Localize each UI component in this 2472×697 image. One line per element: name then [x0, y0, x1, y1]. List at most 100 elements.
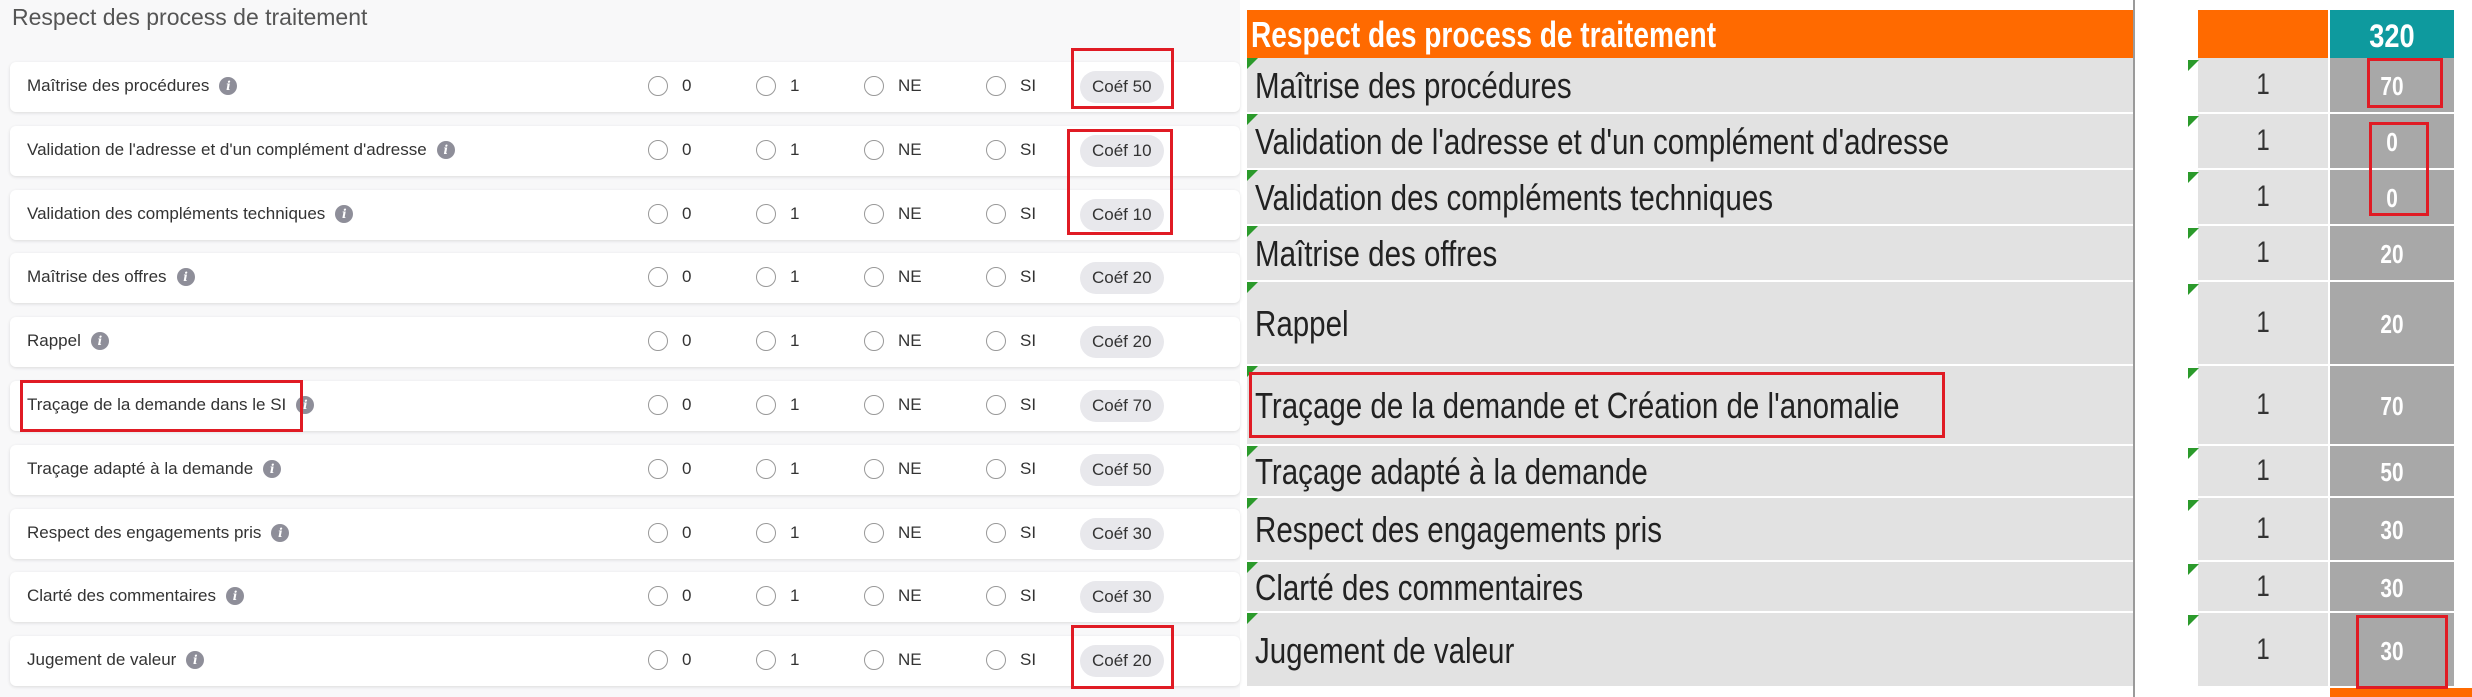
radio-option-1[interactable]: 1 [756, 76, 799, 96]
radio-option-0[interactable]: 0 [648, 459, 691, 479]
radio-option-ne[interactable]: NE [864, 650, 922, 670]
sheet-label-cell[interactable]: Traçage adapté à la demande [1247, 446, 2133, 498]
radio-button[interactable] [648, 140, 668, 160]
radio-button[interactable] [756, 267, 776, 287]
radio-option-si[interactable]: SI [986, 140, 1036, 160]
sheet-score-cell[interactable]: 1 [2188, 562, 2328, 613]
info-icon[interactable]: i [90, 332, 109, 350]
radio-option-si[interactable]: SI [986, 523, 1036, 543]
sheet-score-cell[interactable]: 1 [2188, 170, 2328, 226]
radio-option-si[interactable]: SI [986, 395, 1036, 415]
radio-option-ne[interactable]: NE [864, 140, 922, 160]
radio-button[interactable] [986, 331, 1006, 351]
radio-option-ne[interactable]: NE [864, 523, 922, 543]
sheet-score-cell[interactable]: 1 [2188, 613, 2328, 688]
radio-button[interactable] [986, 459, 1006, 479]
radio-option-1[interactable]: 1 [756, 650, 799, 670]
radio-button[interactable] [648, 459, 668, 479]
radio-option-0[interactable]: 0 [648, 586, 691, 606]
radio-option-0[interactable]: 0 [648, 395, 691, 415]
radio-option-1[interactable]: 1 [756, 267, 799, 287]
radio-option-0[interactable]: 0 [648, 140, 691, 160]
radio-button[interactable] [986, 586, 1006, 606]
radio-button[interactable] [986, 650, 1006, 670]
sheet-label-cell[interactable]: Validation des compléments techniques [1247, 170, 2133, 226]
radio-button[interactable] [648, 267, 668, 287]
sheet-label-cell[interactable]: Jugement de valeur [1247, 613, 2133, 688]
radio-option-0[interactable]: 0 [648, 76, 691, 96]
radio-option-0[interactable]: 0 [648, 523, 691, 543]
info-icon[interactable]: i [263, 460, 282, 478]
radio-option-si[interactable]: SI [986, 331, 1036, 351]
info-icon[interactable]: i [335, 205, 354, 223]
radio-option-1[interactable]: 1 [756, 523, 799, 543]
radio-option-1[interactable]: 1 [756, 586, 799, 606]
radio-option-1[interactable]: 1 [756, 204, 799, 224]
radio-button[interactable] [756, 76, 776, 96]
radio-button[interactable] [756, 459, 776, 479]
sheet-coef-cell[interactable]: 20 [2330, 226, 2454, 282]
radio-button[interactable] [648, 76, 668, 96]
radio-option-0[interactable]: 0 [648, 267, 691, 287]
sheet-label-cell[interactable]: Maîtrise des procédures [1247, 58, 2133, 114]
sheet-score-cell[interactable]: 1 [2188, 366, 2328, 446]
radio-button[interactable] [864, 650, 884, 670]
sheet-header-total-cell[interactable]: 320 [2330, 10, 2454, 58]
radio-button[interactable] [986, 395, 1006, 415]
radio-option-ne[interactable]: NE [864, 76, 922, 96]
sheet-coef-cell[interactable]: 30 [2330, 562, 2454, 613]
sheet-score-cell[interactable]: 1 [2188, 498, 2328, 562]
radio-option-1[interactable]: 1 [756, 459, 799, 479]
radio-button[interactable] [756, 140, 776, 160]
radio-button[interactable] [648, 204, 668, 224]
sheet-score-cell[interactable]: 1 [2188, 282, 2328, 366]
radio-option-si[interactable]: SI [986, 586, 1036, 606]
radio-button[interactable] [864, 76, 884, 96]
radio-option-1[interactable]: 1 [756, 140, 799, 160]
sheet-coef-cell[interactable]: 20 [2330, 282, 2454, 366]
radio-button[interactable] [986, 267, 1006, 287]
radio-button[interactable] [756, 586, 776, 606]
radio-option-ne[interactable]: NE [864, 395, 922, 415]
radio-option-si[interactable]: SI [986, 267, 1036, 287]
radio-button[interactable] [864, 204, 884, 224]
radio-option-si[interactable]: SI [986, 204, 1036, 224]
sheet-header-title-cell[interactable]: Respect des process de traitement [1247, 10, 2134, 58]
radio-option-1[interactable]: 1 [756, 331, 799, 351]
radio-button[interactable] [864, 331, 884, 351]
radio-option-0[interactable]: 0 [648, 331, 691, 351]
radio-button[interactable] [864, 586, 884, 606]
radio-button[interactable] [986, 523, 1006, 543]
radio-button[interactable] [986, 204, 1006, 224]
radio-button[interactable] [756, 395, 776, 415]
radio-option-1[interactable]: 1 [756, 395, 799, 415]
sheet-coef-cell[interactable]: 30 [2330, 498, 2454, 562]
sheet-coef-cell[interactable]: 70 [2330, 366, 2454, 446]
info-icon[interactable]: i [271, 524, 290, 542]
radio-button[interactable] [864, 267, 884, 287]
radio-option-ne[interactable]: NE [864, 586, 922, 606]
radio-button[interactable] [648, 331, 668, 351]
sheet-label-cell[interactable]: Rappel [1247, 282, 2133, 366]
sheet-coef-cell[interactable]: 50 [2330, 446, 2454, 498]
radio-button[interactable] [648, 523, 668, 543]
radio-button[interactable] [648, 650, 668, 670]
radio-button[interactable] [864, 523, 884, 543]
radio-option-si[interactable]: SI [986, 459, 1036, 479]
radio-option-si[interactable]: SI [986, 650, 1036, 670]
radio-button[interactable] [864, 459, 884, 479]
info-icon[interactable]: i [219, 77, 238, 95]
radio-button[interactable] [864, 140, 884, 160]
radio-button[interactable] [756, 204, 776, 224]
sheet-score-cell[interactable]: 1 [2188, 446, 2328, 498]
info-icon[interactable]: i [176, 268, 195, 286]
radio-button[interactable] [648, 395, 668, 415]
sheet-label-cell[interactable]: Respect des engagements pris [1247, 498, 2133, 562]
radio-button[interactable] [986, 140, 1006, 160]
sheet-header-empty-cell[interactable] [2198, 10, 2328, 58]
radio-button[interactable] [648, 586, 668, 606]
radio-button[interactable] [986, 76, 1006, 96]
sheet-label-cell[interactable]: Validation de l'adresse et d'un compléme… [1247, 114, 2133, 170]
info-icon[interactable]: i [436, 141, 455, 159]
sheet-score-cell[interactable]: 1 [2188, 58, 2328, 114]
